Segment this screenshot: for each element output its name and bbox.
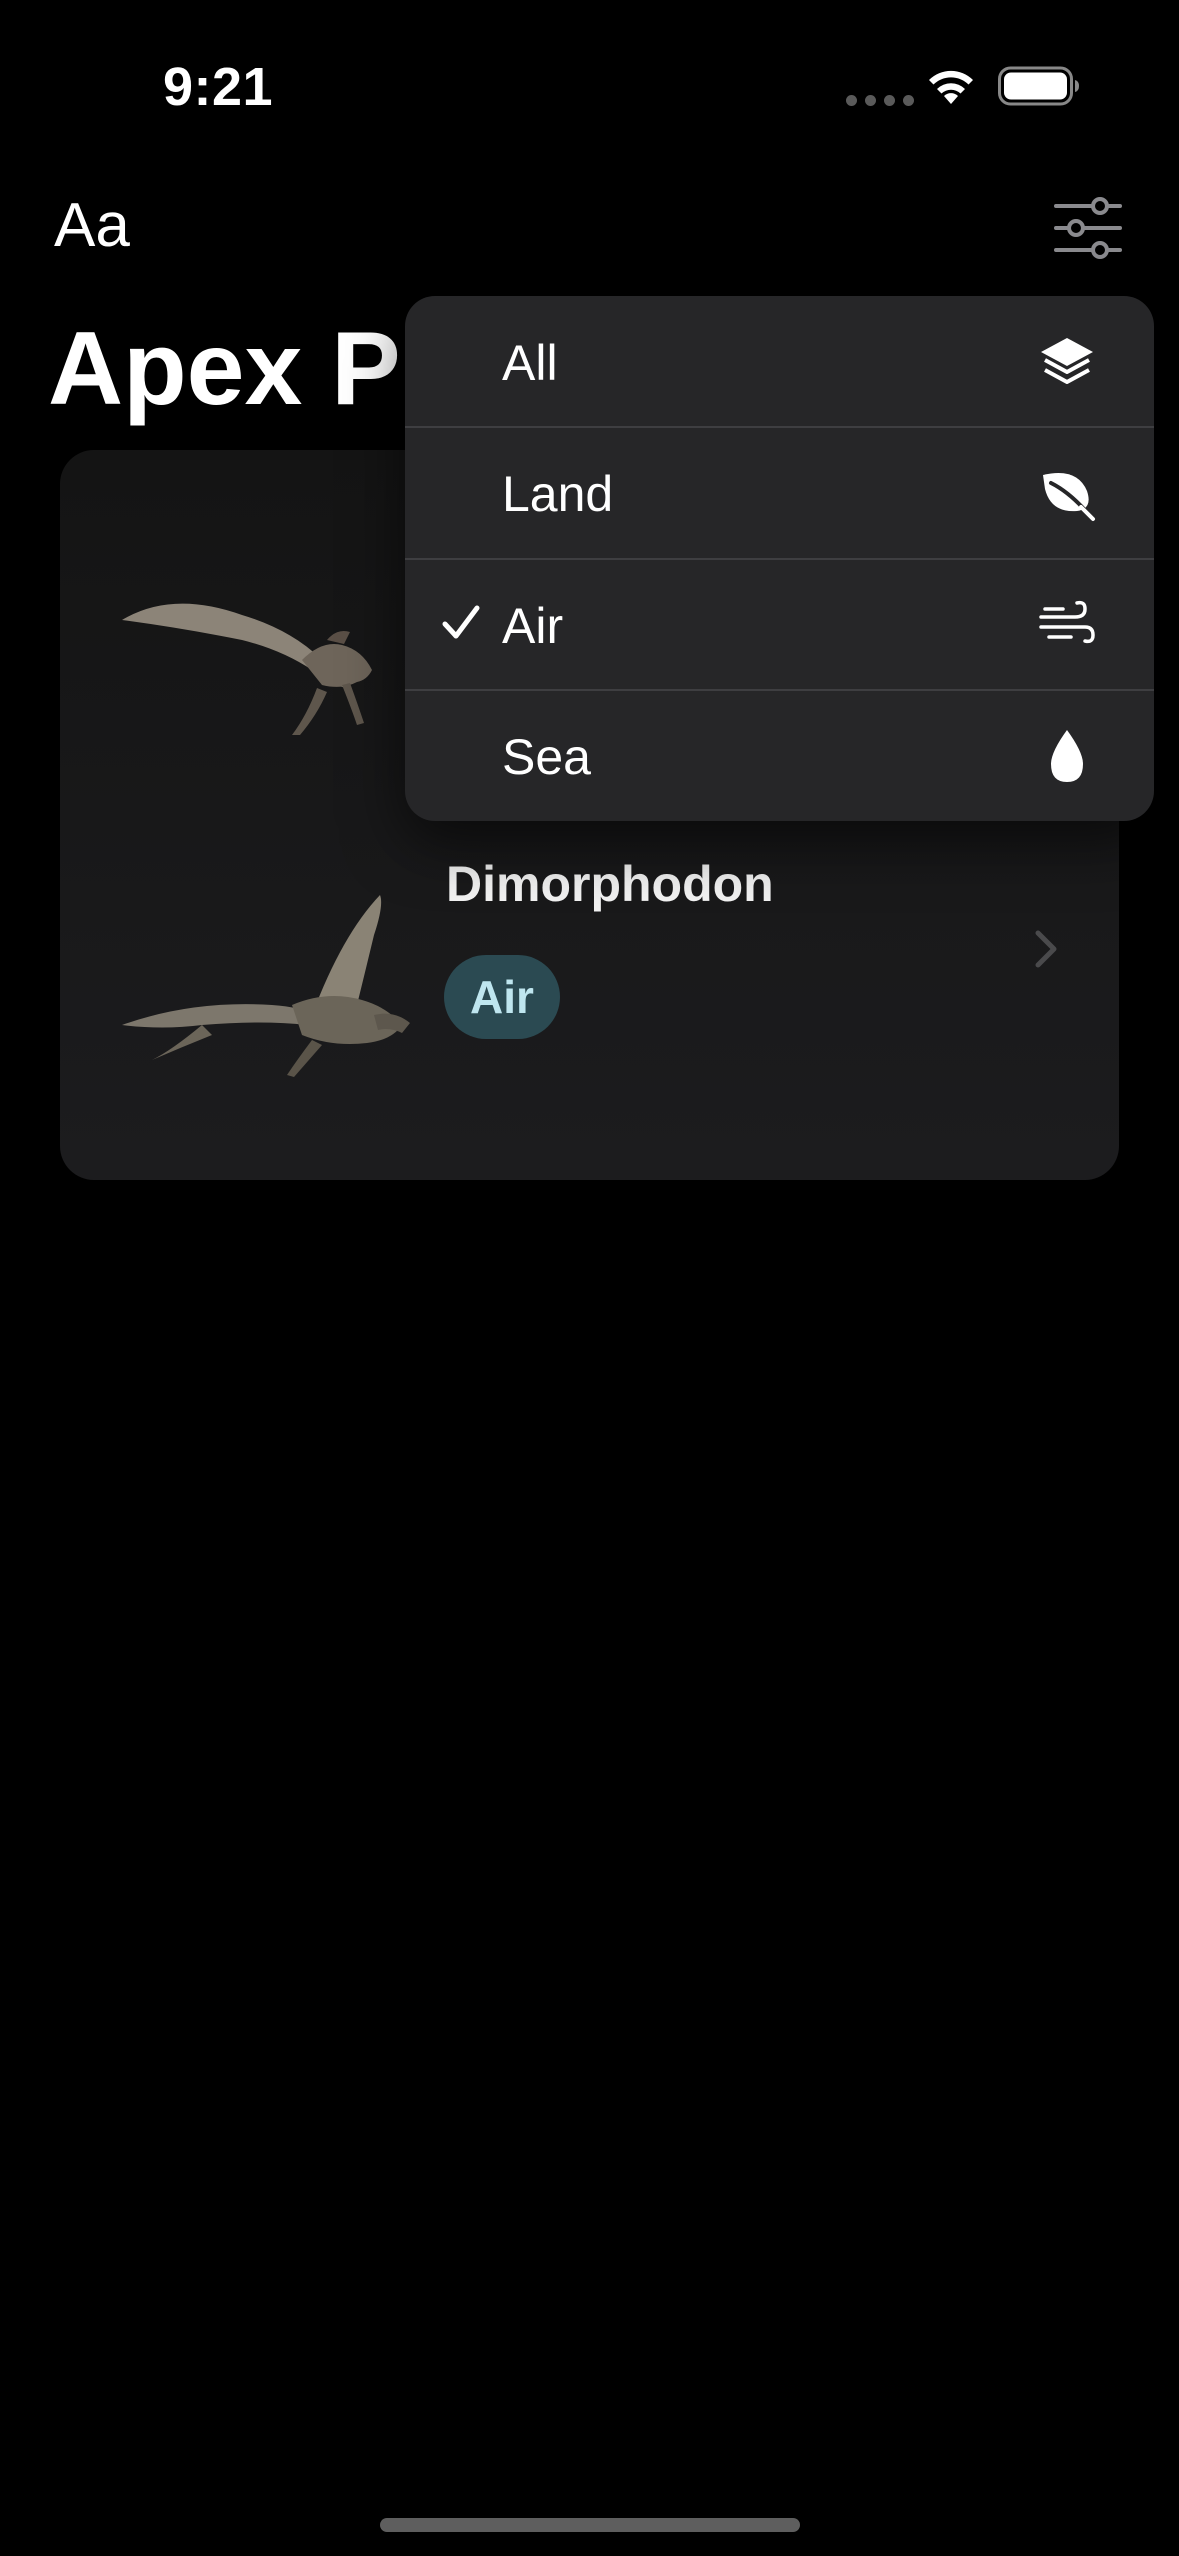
leaf-icon: [1043, 473, 1095, 521]
home-indicator[interactable]: [380, 2518, 800, 2532]
page-title: Apex Pr: [48, 311, 442, 427]
text-size-button[interactable]: Aa: [54, 190, 130, 261]
menu-item-all[interactable]: All: [405, 296, 1154, 427]
wifi-icon: [929, 70, 973, 104]
menu-item-label: Air: [502, 598, 564, 654]
status-time: 9:21: [163, 57, 274, 117]
pteranodon-image: [122, 603, 372, 735]
checkmark-icon: [442, 605, 480, 639]
predator-name: Dimorphodon: [446, 856, 774, 912]
sliders-icon[interactable]: [1052, 196, 1124, 260]
drop-icon: [1051, 730, 1083, 782]
filter-menu: All Land Air Sea: [405, 296, 1154, 821]
wind-icon: [1039, 600, 1095, 644]
menu-item-label: Land: [502, 466, 614, 522]
list-item[interactable]: Dimorphodon Air: [60, 815, 1119, 1180]
battery-icon: [998, 66, 1079, 106]
dimorphodon-image: [122, 895, 410, 1077]
layers-icon: [1041, 338, 1093, 384]
type-badge: Air: [444, 955, 560, 1039]
status-bar: 9:21: [0, 0, 1179, 150]
menu-item-sea[interactable]: Sea: [405, 690, 1154, 821]
menu-item-label: Sea: [502, 729, 591, 785]
menu-item-air[interactable]: Air: [405, 559, 1154, 690]
cellular-signal-icon: [846, 95, 914, 106]
menu-item-land[interactable]: Land: [405, 427, 1154, 558]
menu-item-label: All: [502, 335, 558, 391]
chevron-right-icon: [1035, 930, 1057, 968]
